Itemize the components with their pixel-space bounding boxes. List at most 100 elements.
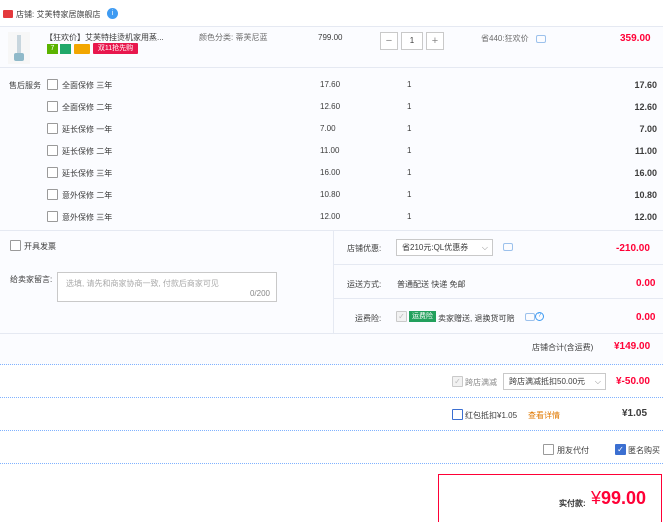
promo-select[interactable]: 跨店满减抵扣50.00元 ⌵ (503, 373, 606, 390)
chat-icon[interactable] (503, 243, 513, 251)
saving-text: 省440:狂欢价 (481, 34, 529, 43)
payment-summary: 实付款: ¥99.00 (438, 474, 662, 522)
cross-store-promo-row: ✓ 跨店满减 跨店满减抵扣50.00元 ⌵ ¥-50.00 (0, 366, 663, 398)
divider (0, 333, 663, 334)
service-total: 12.00 (634, 212, 657, 222)
service-name: 意外保修 三年 (62, 213, 113, 222)
divider (333, 298, 663, 299)
coupon-select[interactable]: 省210元:QL优惠券 ⌵ (396, 239, 493, 256)
service-total: 7.00 (639, 124, 657, 134)
service-total: 12.60 (634, 102, 657, 112)
coupon-select-value: 省210元:QL优惠券 (402, 243, 469, 252)
shipping-insurance-label: 运费险: (355, 314, 382, 323)
red-packet-checkbox[interactable] (452, 409, 463, 420)
coupon-label: 店铺优惠: (347, 244, 382, 253)
service-checkbox[interactable] (47, 189, 58, 200)
product-attribute: 颜色分类: 蒂芙尼蓝 (199, 33, 268, 42)
service-checkbox[interactable] (47, 211, 58, 222)
service-name: 延长保修 二年 (62, 147, 113, 156)
service-total: 17.60 (634, 80, 657, 90)
promo-select-value: 跨店满减抵扣50.00元 (509, 377, 586, 386)
quantity-stepper: − 1 + (380, 32, 444, 50)
insurance-text: 卖家赠送, 退换货可赔 (438, 314, 515, 323)
divider (0, 67, 663, 68)
chat-icon[interactable] (525, 313, 535, 321)
service-qty: 1 (407, 124, 412, 133)
red-packet-row: 红包抵扣¥1.05 查看详情 ¥1.05 (0, 399, 663, 431)
shop-name-link[interactable]: 店铺: 艾芙特家居旗舰店 (16, 9, 100, 20)
quantity-input[interactable]: 1 (401, 32, 423, 50)
shipping-method: 普通配送 快递 免邮 (397, 280, 466, 289)
friend-pay-checkbox[interactable] (543, 444, 554, 455)
product-title-link[interactable]: 【狂欢价】艾芙特挂烫机家用蒸... (45, 32, 164, 43)
service-name: 意外保修 二年 (62, 191, 113, 200)
promo-label: 跨店满减 (465, 378, 497, 387)
chat-icon[interactable] (536, 35, 546, 43)
help-icon[interactable]: ? (535, 312, 544, 321)
decrease-button[interactable]: − (380, 32, 398, 50)
shipping-label: 运送方式: (347, 280, 382, 289)
payment-amount-value: 99.00 (601, 488, 647, 508)
unit-price: 799.00 (318, 33, 343, 42)
service-name: 延长保修 一年 (62, 125, 113, 134)
credit-card-badge-icon (74, 44, 90, 54)
service-qty: 1 (407, 102, 412, 111)
service-row: 意外保修 三年 12.00 1 12.00 (0, 206, 663, 228)
shop-total-amount: ¥149.00 (614, 341, 651, 352)
insurance-checkbox: ✓ (396, 311, 407, 322)
service-qty: 1 (407, 168, 412, 177)
service-price: 16.00 (320, 168, 341, 177)
service-qty: 1 (407, 190, 412, 199)
tmall-logo-icon (3, 10, 13, 18)
divider (333, 264, 663, 265)
column-divider (333, 230, 334, 333)
invoice-checkbox[interactable] (10, 240, 21, 251)
product-image[interactable] (8, 32, 30, 64)
service-row: 全面保修 二年 12.60 1 12.60 (0, 96, 663, 118)
service-name: 全面保修 三年 (62, 81, 113, 90)
purchase-options-row: 朋友代付 ✓ 匿名购买 (0, 432, 663, 464)
shop-total-label: 店铺合计(含运费) (532, 343, 594, 352)
seller-message-placeholder: 选填, 请先和商家协商一致, 付款后商家可见 (66, 279, 219, 288)
service-qty: 1 (407, 212, 412, 221)
service-price: 10.80 (320, 190, 341, 199)
service-row: 意外保修 二年 10.80 1 10.80 (0, 184, 663, 206)
service-total: 10.80 (634, 190, 657, 200)
divider (0, 230, 663, 231)
payment-amount: ¥99.00 (591, 488, 646, 509)
currency-symbol: ¥ (591, 488, 602, 508)
service-checkbox[interactable] (47, 101, 58, 112)
service-checkbox[interactable] (47, 167, 58, 178)
service-row: 延长保修 二年 11.00 1 11.00 (0, 140, 663, 162)
friend-pay-label: 朋友代付 (557, 446, 589, 455)
service-price: 7.00 (320, 124, 336, 133)
service-qty: 1 (407, 80, 412, 89)
wangwang-chat-icon[interactable]: i (107, 8, 118, 19)
service-total: 16.00 (634, 168, 657, 178)
service-row: 延长保修 一年 7.00 1 7.00 (0, 118, 663, 140)
service-price: 12.60 (320, 102, 341, 111)
char-count: 0/200 (249, 289, 270, 298)
service-total: 11.00 (634, 146, 657, 156)
red-packet-detail-link[interactable]: 查看详情 (528, 410, 560, 421)
service-checkbox[interactable] (47, 145, 58, 156)
insurance-amount: 0.00 (636, 312, 656, 323)
promo-checkbox: ✓ (452, 376, 463, 387)
service-name: 全面保修 二年 (62, 103, 113, 112)
chevron-down-icon: ⌵ (594, 377, 601, 386)
chevron-down-icon: ⌵ (481, 243, 488, 252)
shop-header: 店铺: 艾芙特家居旗舰店 i (0, 0, 663, 26)
service-price: 12.00 (320, 212, 341, 221)
red-packet-label: 红包抵扣¥1.05 (465, 411, 518, 420)
invoice-label: 开具发票 (24, 242, 56, 251)
payment-label: 实付款: (559, 499, 586, 508)
anonymous-checkbox[interactable]: ✓ (615, 444, 626, 455)
double11-presale-badge: 双11抢先购 (93, 43, 138, 54)
seven-day-return-badge-icon: 7 (47, 44, 58, 54)
coupon-amount: -210.00 (616, 243, 650, 254)
service-price: 17.60 (320, 80, 341, 89)
increase-button[interactable]: + (426, 32, 444, 50)
seller-message-input[interactable]: 选填, 请先和商家协商一致, 付款后商家可见 0/200 (57, 272, 277, 302)
service-checkbox[interactable] (47, 79, 58, 90)
service-checkbox[interactable] (47, 123, 58, 134)
